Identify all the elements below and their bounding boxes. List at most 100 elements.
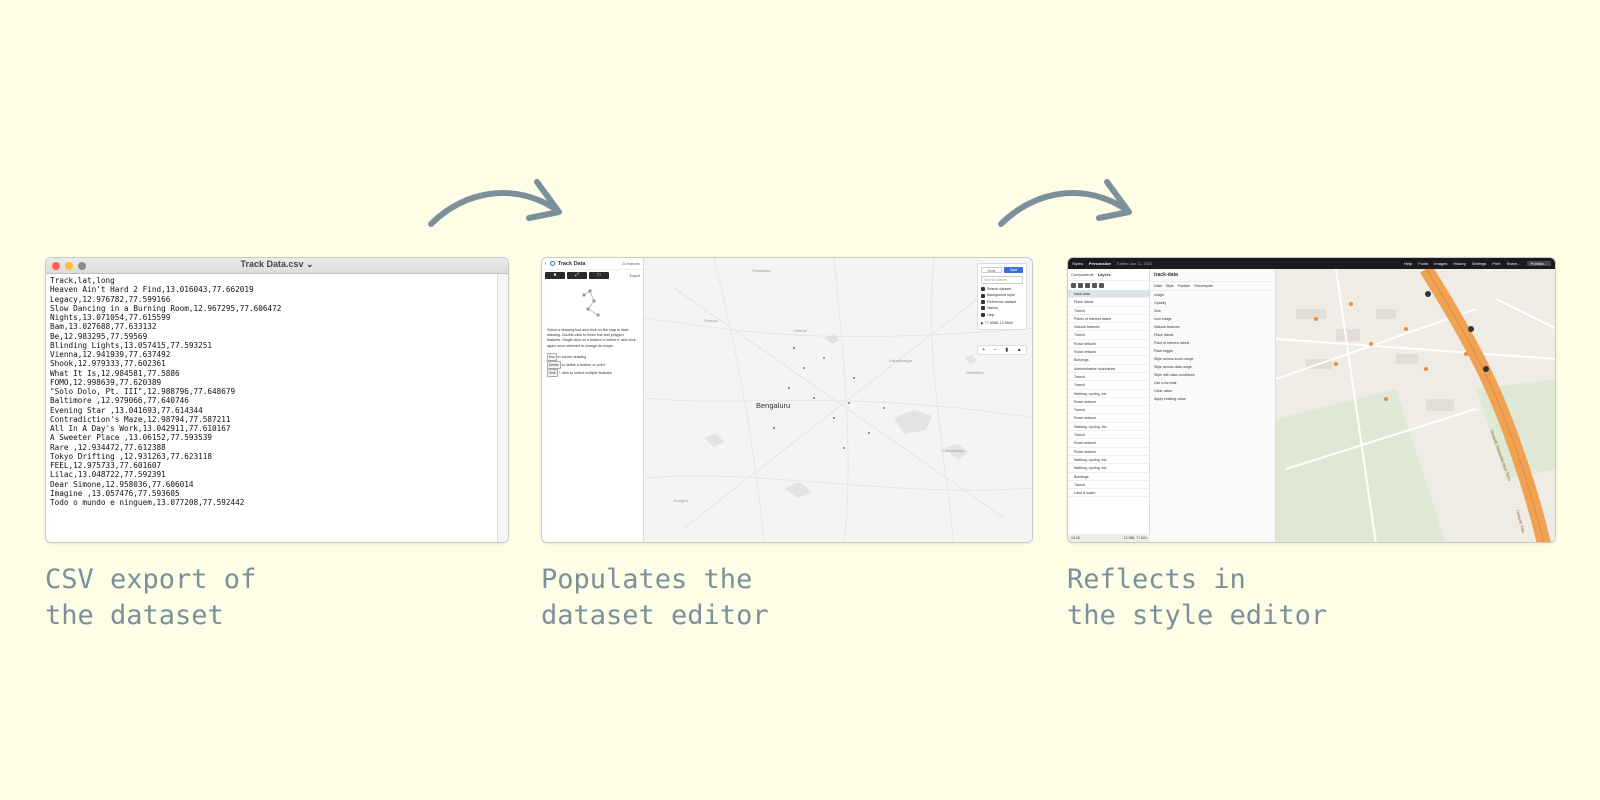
compass-icon[interactable]: ▮ — [1005, 347, 1008, 353]
scrollbar[interactable] — [497, 274, 508, 542]
layer-row[interactable]: Transit — [1068, 431, 1149, 440]
property-row[interactable]: Use a formula — [1150, 379, 1275, 387]
topbar-action[interactable]: Help — [1404, 261, 1412, 266]
topbar-action[interactable]: Images — [1434, 261, 1447, 266]
search-places-input[interactable]: Search places — [981, 276, 1023, 284]
layer-row[interactable]: Transit — [1068, 373, 1149, 382]
tab-components[interactable]: Components — [1071, 272, 1094, 277]
csv-line: FOMO,12.998639,77.620389 — [50, 377, 162, 387]
map-canvas[interactable]: Bengaluru Yelahanka Hebbal Gandhinagar W… — [644, 258, 1032, 542]
csv-text[interactable]: Track,lat,long Heaven Ain't Hard 2 Find,1… — [46, 274, 508, 507]
shortcut-desc: + click to select multiple features — [558, 370, 612, 375]
save-button[interactable]: Save — [1004, 267, 1023, 273]
layer-row[interactable]: Transit — [1068, 331, 1149, 340]
zoom-in-button[interactable]: + — [982, 347, 985, 353]
layer-row[interactable]: Walking, cycling, etc. — [1068, 456, 1149, 465]
map-city-label: Bengaluru — [756, 401, 791, 410]
layer-row[interactable]: Road network — [1068, 439, 1149, 448]
draw-line-button[interactable]: ⤢ — [567, 272, 587, 279]
property-row[interactable]: Style across data range — [1150, 363, 1275, 371]
map-controls-panel: Done Save Search places Search dataset Ba… — [977, 263, 1027, 331]
zoom-level: 13.26 — [1071, 536, 1080, 540]
layer-row[interactable]: Walking, cycling, etc. — [1068, 464, 1149, 473]
layer-row[interactable]: Walking, cycling, etc. — [1068, 390, 1149, 398]
layer-row[interactable]: Points of interest labels — [1068, 315, 1149, 324]
arrow-right-icon — [998, 179, 1132, 227]
layer-row[interactable]: Road network — [1068, 448, 1149, 456]
property-tab[interactable]: Style — [1166, 284, 1174, 288]
layer-row[interactable]: Place labels — [1068, 298, 1149, 307]
property-row[interactable]: Style with data conditions — [1150, 371, 1275, 379]
duplicate-icon[interactable] — [1085, 283, 1090, 288]
layer-row[interactable]: Road network — [1068, 340, 1149, 349]
layer-row[interactable]: Land & water — [1068, 489, 1149, 498]
topbar-action[interactable]: Print — [1492, 261, 1500, 266]
property-row[interactable]: Natural features — [1150, 323, 1275, 331]
layer-row[interactable]: track-data — [1068, 290, 1149, 299]
draw-polygon-button[interactable]: □ — [589, 272, 609, 279]
topbar-action[interactable]: Fonts — [1418, 261, 1428, 266]
topbar-action[interactable]: History — [1453, 261, 1465, 266]
menu-item-icon — [981, 293, 985, 298]
menu-item-label: Help — [987, 312, 995, 317]
csv-line: Slow Dancing in a Burning Room,12.967295… — [50, 303, 282, 313]
layer-row[interactable]: Natural features — [1068, 323, 1149, 332]
layer-row[interactable]: Walking, cycling, etc. — [1068, 423, 1149, 432]
csv-line: Legacy,12.976782,77.599166 — [50, 294, 171, 304]
zoom-out-button[interactable]: − — [994, 347, 997, 353]
north-icon[interactable]: ▲ — [1017, 347, 1022, 353]
topbar-action[interactable]: Settings — [1472, 261, 1486, 266]
publish-button[interactable]: Publish... — [1526, 261, 1551, 266]
csv-line: Bam,13.027688,77.633132 — [50, 322, 157, 332]
csv-line: Evening Star ,13.041693,77.614344 — [50, 405, 203, 415]
dataset-title: Track Data — [557, 260, 586, 267]
map-label: Kengeri — [674, 498, 688, 503]
style-map-canvas[interactable]: Towards Yelahanka New Town Towards Yela — [1276, 269, 1555, 542]
layer-row[interactable]: Buildings — [1068, 473, 1149, 481]
csv-line: Heaven Ain't Hard 2 Find,13.016043,77.66… — [50, 285, 254, 295]
layer-row[interactable]: Buildings — [1068, 356, 1149, 365]
topbar-action[interactable]: Share... — [1507, 261, 1521, 266]
brand-label[interactable]: Styles — [1072, 261, 1083, 266]
layer-row[interactable]: Transit — [1068, 406, 1149, 415]
csv-line: Be,12.983295,77.59569 — [50, 331, 148, 341]
csv-line: Blinding Lights,13.057415,77.593251 — [50, 340, 212, 350]
layer-row[interactable]: Road network — [1068, 414, 1149, 423]
property-tab[interactable]: Position — [1178, 284, 1191, 288]
layer-row[interactable]: Transit — [1068, 307, 1149, 315]
layer-row[interactable]: Administrative boundaries — [1068, 365, 1149, 373]
folder-icon[interactable] — [1078, 283, 1083, 288]
draw-point-button[interactable]: ● — [545, 272, 565, 279]
property-row[interactable]: Apply existing value — [1150, 395, 1275, 403]
shortcut-key: Esc — [547, 352, 557, 361]
tab-layers[interactable]: Layers — [1098, 272, 1111, 277]
help-text: Select a drawing tool and click on the m… — [542, 322, 643, 377]
hide-icon[interactable] — [1092, 283, 1097, 288]
menu-item[interactable]: Help — [981, 312, 1023, 318]
property-row[interactable]: Style across zoom range — [1150, 355, 1275, 363]
layer-row[interactable]: Transit — [1068, 481, 1149, 490]
property-row[interactable]: Opacity — [1150, 299, 1275, 307]
layer-row[interactable]: Road network — [1068, 348, 1149, 357]
add-layer-icon[interactable] — [1071, 283, 1076, 288]
property-row[interactable]: Place labels — [1150, 331, 1275, 339]
layer-row[interactable]: Road network — [1068, 398, 1149, 407]
property-row[interactable]: Image — [1150, 291, 1275, 299]
property-row[interactable]: Size — [1150, 307, 1275, 315]
layer-row[interactable]: Transit — [1068, 381, 1149, 390]
csv-line: Lilac,13.048722,77.592391 — [50, 470, 166, 480]
property-row[interactable]: Paint toggle — [1150, 347, 1275, 355]
map-label: Carmelaram — [942, 448, 965, 453]
property-tab[interactable]: Data — [1154, 284, 1162, 288]
csv-line: What It Is,12.984581,77.5886 — [50, 368, 180, 378]
done-button[interactable]: Done — [981, 267, 1002, 273]
property-tab[interactable]: Recompute — [1194, 284, 1212, 288]
csv-line: A Sweeter Place ,13.06152,77.593539 — [50, 433, 212, 443]
property-row[interactable]: Point of interest labels — [1150, 339, 1275, 347]
property-row[interactable]: Icon image — [1150, 315, 1275, 323]
style-name[interactable]: Personalize — [1089, 261, 1111, 266]
delete-icon[interactable] — [1099, 283, 1104, 288]
property-row[interactable]: Clear value — [1150, 387, 1275, 395]
export-button[interactable]: Export — [630, 274, 640, 278]
back-icon[interactable]: ‹ — [545, 261, 547, 267]
